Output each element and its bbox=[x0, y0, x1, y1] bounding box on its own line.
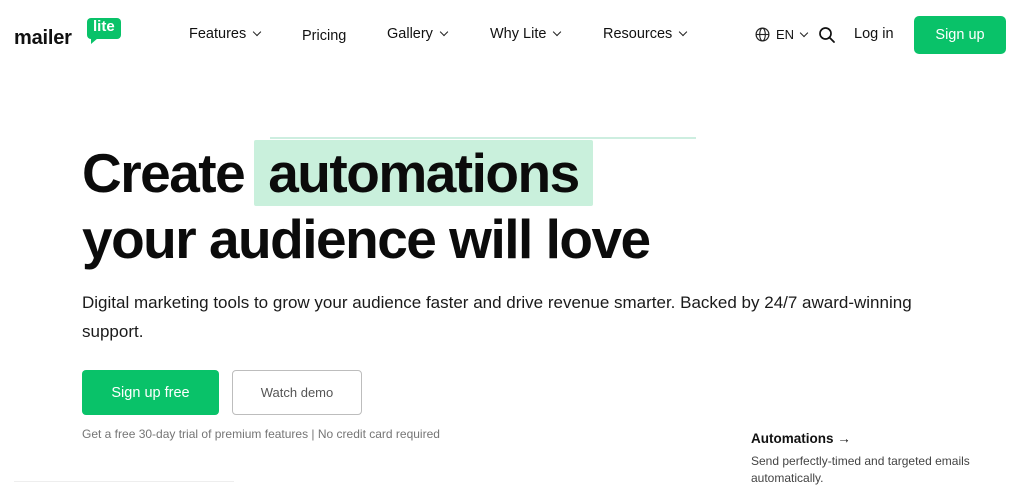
hero-subtext: Digital marketing tools to grow your aud… bbox=[82, 293, 912, 341]
feature-card-description: Send perfectly-timed and targeted emails… bbox=[751, 454, 970, 485]
nav-item-label: Pricing bbox=[302, 28, 347, 44]
search-button[interactable] bbox=[818, 26, 836, 44]
language-label: EN bbox=[776, 27, 795, 42]
trial-note: Get a free 30-day trial of premium featu… bbox=[82, 427, 440, 441]
chevron-down-icon bbox=[799, 28, 809, 37]
globe-icon bbox=[755, 27, 770, 42]
arrow-right-icon: → bbox=[837, 431, 851, 446]
divider bbox=[14, 481, 234, 482]
search-icon bbox=[819, 27, 835, 43]
hero-headline: Create automations your audience will lov… bbox=[82, 140, 651, 272]
headline-end: your audience will love bbox=[82, 208, 651, 270]
nav-item-pricing[interactable]: Pricing bbox=[302, 28, 346, 44]
nav-item-label: Why Lite bbox=[490, 26, 547, 42]
nav-item-gallery[interactable]: Gallery bbox=[387, 26, 449, 42]
mailerlite-logo[interactable]: mailer lite bbox=[14, 18, 124, 52]
nav-item-why-lite[interactable]: Why Lite bbox=[490, 26, 562, 42]
nav-item-label: Features bbox=[189, 26, 247, 42]
nav-item-label: Resources bbox=[603, 26, 673, 42]
chevron-down-icon bbox=[679, 27, 688, 37]
nav-item-resources[interactable]: Resources bbox=[603, 26, 688, 42]
site-header: mailer lite Features Pricing Gallery Why… bbox=[0, 0, 1024, 70]
nav-item-label: Gallery bbox=[387, 26, 433, 42]
nav-item-features[interactable]: Features bbox=[189, 26, 262, 42]
logo-badge: lite bbox=[87, 18, 121, 44]
headline-row-1: Create automations bbox=[82, 140, 650, 206]
watch-demo-button[interactable]: Watch demo bbox=[232, 370, 362, 415]
headline-highlight: automations bbox=[254, 140, 593, 206]
signup-free-button[interactable]: Sign up free bbox=[82, 370, 219, 415]
decorative-line bbox=[270, 137, 696, 139]
chevron-down-icon bbox=[439, 27, 449, 37]
chevron-down-icon bbox=[252, 27, 262, 37]
chevron-down-icon bbox=[553, 27, 562, 37]
headline-start: Create bbox=[82, 142, 246, 204]
language-selector[interactable]: EN bbox=[755, 27, 809, 42]
signup-button[interactable]: Sign up bbox=[914, 16, 1006, 54]
feature-card-title-link[interactable]: Automations → bbox=[751, 431, 851, 446]
feature-card-title: Automations bbox=[751, 431, 834, 446]
logo-wordmark: mailer bbox=[14, 27, 72, 49]
login-link[interactable]: Log in bbox=[854, 26, 894, 42]
